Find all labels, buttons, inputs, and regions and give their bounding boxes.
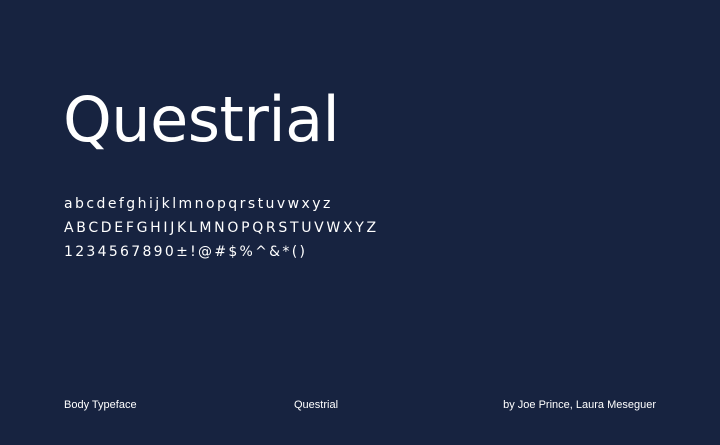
- lowercase-glyphs: abcdefghijklmnopqrstuvwxyz: [64, 196, 333, 212]
- typeface-category-label: Body Typeface: [64, 399, 137, 411]
- uppercase-glyphs: ABCDEFGHIJKLMNOPQRSTUVWXYZ: [64, 220, 379, 236]
- typeface-name-label: Questrial: [294, 399, 339, 411]
- number-symbol-glyphs: 1234567890±!@#$%^&*(): [64, 244, 308, 260]
- font-name-heading: Questrial: [63, 83, 340, 156]
- designer-credits-label: by Joe Prince, Laura Meseguer: [503, 399, 656, 411]
